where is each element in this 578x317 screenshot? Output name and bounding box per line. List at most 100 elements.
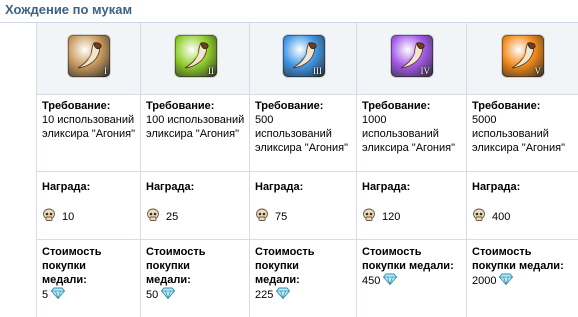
reward-amount: 400 bbox=[492, 211, 511, 223]
requirement-text: 10 использований bbox=[42, 114, 135, 126]
reward-label: Награда: bbox=[255, 181, 304, 193]
cost-line: 5 bbox=[42, 287, 136, 303]
reward-cell: Награда: 25 bbox=[141, 180, 250, 226]
cost-amount: 225 bbox=[255, 289, 274, 301]
tier-numeral: V bbox=[534, 66, 542, 76]
tier-numeral: III bbox=[313, 66, 322, 76]
requirement-label: Требование: bbox=[255, 100, 324, 112]
reward-label: Награда: bbox=[42, 181, 91, 193]
reward-label: Награда: bbox=[146, 181, 195, 193]
reward-line: 10 bbox=[42, 208, 136, 226]
requirement-text: эликсира "Агония" bbox=[146, 128, 240, 140]
skull-icon bbox=[362, 208, 376, 226]
diamond-icon bbox=[383, 273, 398, 289]
diamond-icon bbox=[276, 287, 291, 303]
section-header: Хождение по мукам bbox=[0, 0, 578, 23]
reward-line: 75 bbox=[255, 208, 352, 226]
requirement-cell: Требование: 10 использований эликсира "Аго… bbox=[37, 99, 141, 141]
cost-amount: 450 bbox=[362, 275, 381, 287]
reward-line: 400 bbox=[472, 208, 574, 226]
medal-column: IV Требование: 1000 использований эликсира "… bbox=[356, 23, 467, 317]
cost-label: покупки bbox=[255, 260, 299, 272]
cost-label: покупки bbox=[42, 260, 86, 272]
cost-label-part: медали: bbox=[518, 260, 564, 272]
reward-label: Награда: bbox=[472, 181, 521, 193]
diamond-icon bbox=[51, 287, 66, 303]
cost-line: 450 bbox=[362, 273, 462, 289]
cost-label: медали: bbox=[255, 274, 300, 286]
cost-cell: Стоимость покупки медали: 5 bbox=[37, 245, 141, 303]
requirement-text: использований bbox=[472, 128, 549, 140]
requirement-text: эликсира "Агония" bbox=[472, 142, 566, 154]
cost-label-part: медали: bbox=[408, 260, 454, 272]
reward-cell: Награда: 120 bbox=[357, 180, 467, 226]
requirement-cell: Требование: 1000 использований эликсира "Аг… bbox=[357, 99, 467, 155]
requirement-text: 100 использований bbox=[146, 114, 245, 126]
reward-cell: Награда: 400 bbox=[467, 180, 578, 226]
reward-cell: Награда: 75 bbox=[250, 180, 357, 226]
reward-line: 25 bbox=[146, 208, 245, 226]
cost-label: медали: bbox=[146, 274, 191, 286]
cost-label-part: покупки bbox=[472, 260, 516, 272]
cost-cell: Стоимость покупки медали: 2000 bbox=[467, 245, 578, 289]
cost-label: Стоимость bbox=[146, 246, 206, 258]
medal-icon-frame: I bbox=[68, 35, 110, 77]
diamond-icon bbox=[499, 273, 514, 289]
requirement-text: эликсира "Агония" bbox=[42, 128, 136, 140]
skull-icon bbox=[255, 208, 269, 226]
requirement-text: 1000 bbox=[362, 114, 387, 126]
cost-amount: 2000 bbox=[472, 275, 497, 287]
medal-column: III Требование: 500 использований эликсира … bbox=[249, 23, 357, 317]
requirement-text: эликсира "Агония" bbox=[255, 142, 349, 154]
requirement-text: эликсира "Агония" bbox=[362, 142, 456, 154]
requirement-label: Требование: bbox=[362, 100, 431, 112]
tier-numeral: IV bbox=[420, 66, 431, 76]
requirement-label: Требование: bbox=[472, 100, 541, 112]
cost-line: 50 bbox=[146, 287, 245, 303]
cost-label: покупки медали: bbox=[472, 259, 574, 273]
cost-label: Стоимость bbox=[42, 246, 102, 258]
tier-numeral: I bbox=[104, 66, 107, 76]
reward-label: Награда: bbox=[362, 181, 411, 193]
medals-table: I Требование: 10 использований эликсира "Аг… bbox=[36, 23, 578, 317]
cost-label: Стоимость bbox=[255, 246, 315, 258]
requirement-text: 500 использований bbox=[255, 114, 332, 140]
cost-cell: Стоимость покупки медали: 225 bbox=[250, 245, 357, 303]
cost-label: покупки медали: bbox=[362, 259, 462, 273]
requirement-label: Требование: bbox=[146, 100, 215, 112]
cost-amount: 5 bbox=[42, 289, 49, 301]
cost-amount: 50 bbox=[146, 289, 159, 301]
requirement-label: Требование: bbox=[42, 100, 111, 112]
medal-column: II Требование: 100 использований эликсира "… bbox=[140, 23, 250, 317]
cost-label: Стоимость bbox=[362, 246, 422, 258]
requirement-cell: Требование: 500 использований эликсира "Аг… bbox=[250, 99, 357, 155]
requirement-cell: Требование: 5000 использований эликсира "Аг… bbox=[467, 99, 578, 155]
horn-icon bbox=[72, 39, 106, 73]
cost-label: покупки bbox=[146, 260, 190, 272]
reward-amount: 75 bbox=[275, 211, 288, 223]
requirement-text: использований bbox=[362, 128, 439, 140]
cost-cell: Стоимость покупки медали: 450 bbox=[357, 245, 467, 289]
requirement-text: 5000 bbox=[472, 114, 497, 126]
reward-amount: 10 bbox=[62, 211, 75, 223]
section-title: Хождение по мукам bbox=[5, 2, 133, 17]
cost-line: 225 bbox=[255, 287, 352, 303]
reward-line: 120 bbox=[362, 208, 462, 226]
medal-icon-frame: IV bbox=[391, 35, 433, 77]
medal-icon-frame: V bbox=[502, 35, 544, 77]
reward-cell: Награда: 10 bbox=[37, 180, 141, 226]
cost-cell: Стоимость покупки медали: 50 bbox=[141, 245, 250, 303]
reward-amount: 120 bbox=[382, 211, 401, 223]
diamond-icon bbox=[161, 287, 176, 303]
medal-icon-frame: II bbox=[175, 35, 217, 77]
cost-label-part: покупки bbox=[362, 260, 406, 272]
skull-icon bbox=[472, 208, 486, 226]
tier-numeral: II bbox=[208, 66, 214, 76]
skull-icon bbox=[146, 208, 160, 226]
reward-amount: 25 bbox=[166, 211, 179, 223]
skull-icon bbox=[42, 208, 56, 226]
medal-column: I Требование: 10 использований эликсира "Аг… bbox=[36, 23, 141, 317]
cost-label: медали: bbox=[42, 274, 87, 286]
requirement-cell: Требование: 100 использований эликсира "Аг… bbox=[141, 99, 250, 141]
medal-icon-frame: III bbox=[283, 35, 325, 77]
